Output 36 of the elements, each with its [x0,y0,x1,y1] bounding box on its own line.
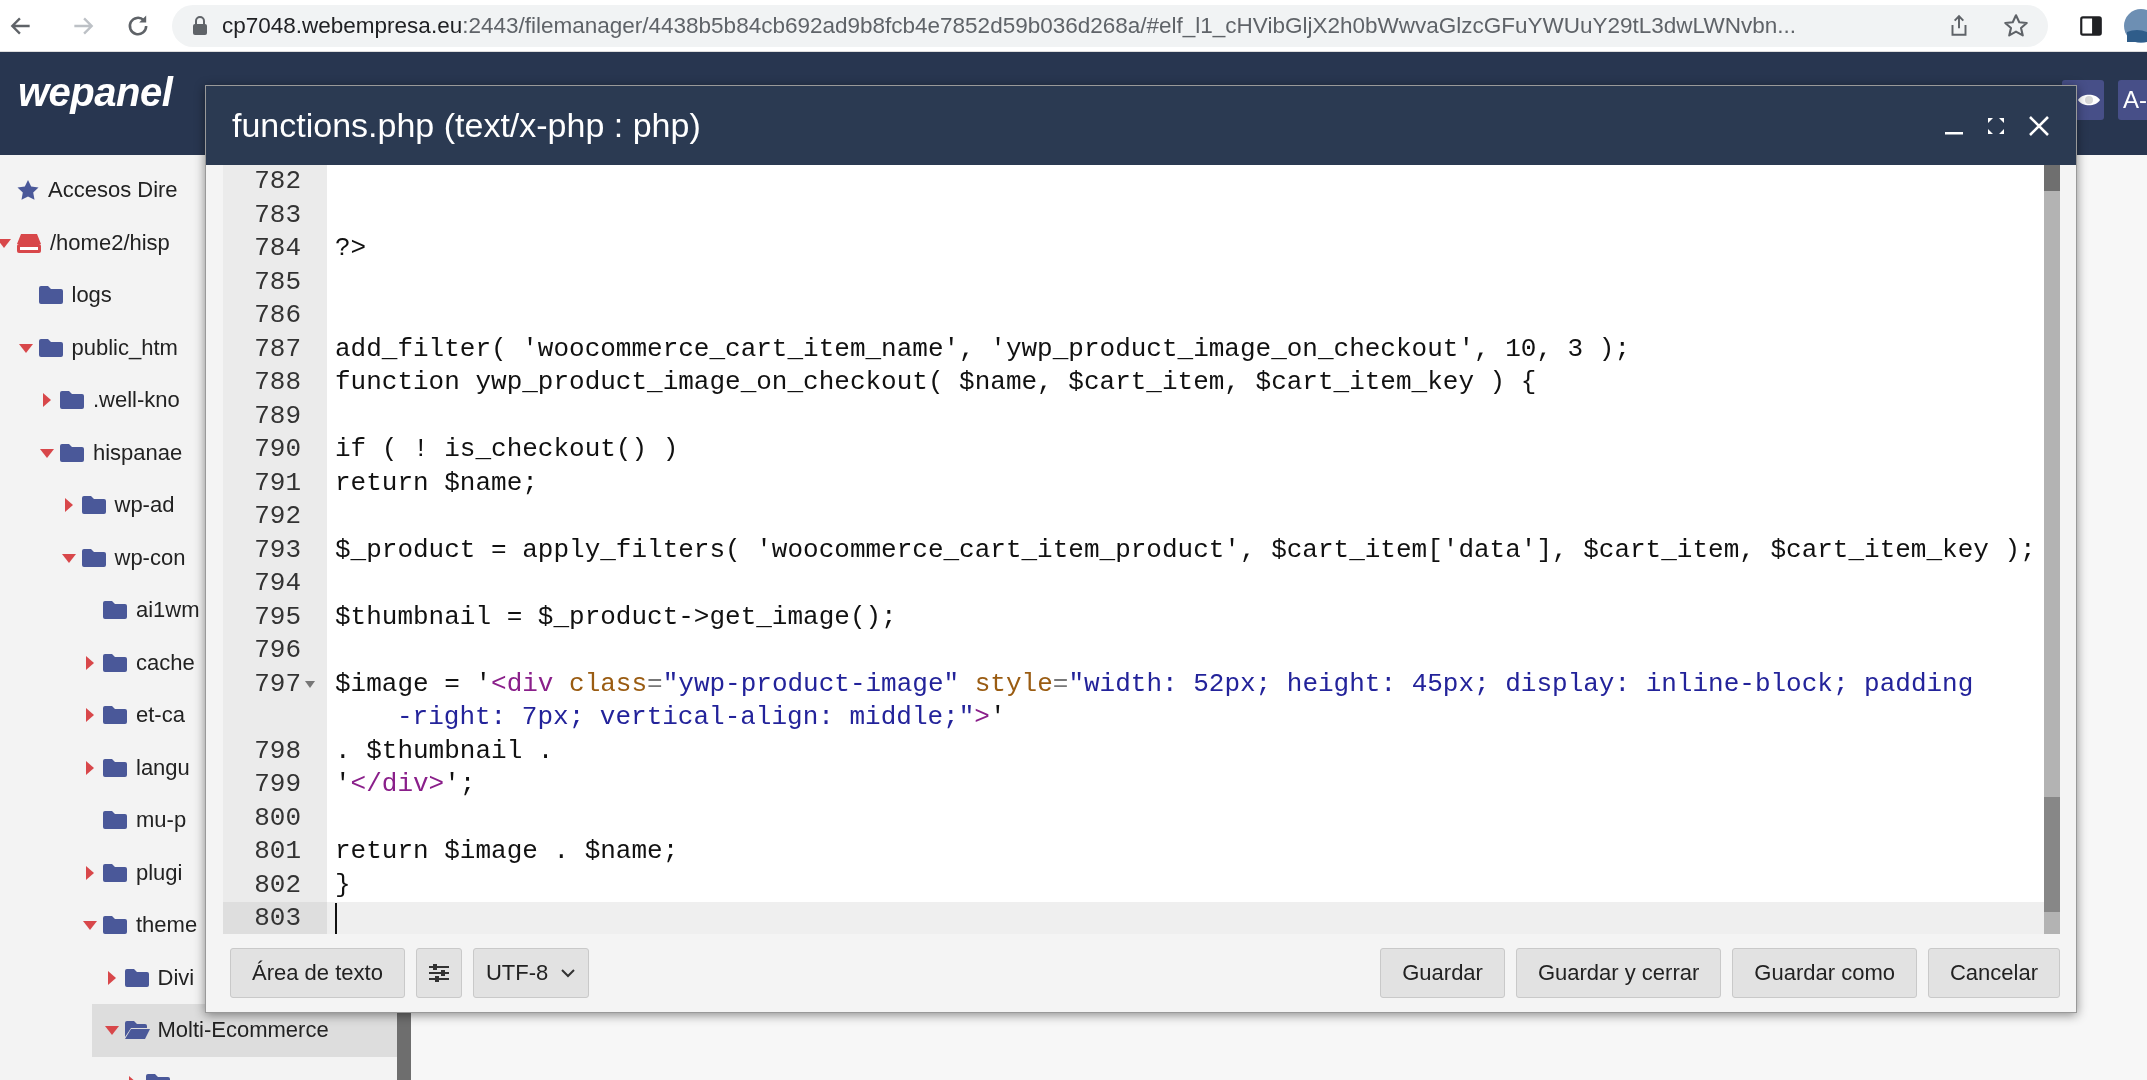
code-line: return $image . $name; [334,835,680,868]
code-line: function ywp_product_image_on_checkout( $name, $cart_item, $cart_item_key ) { [334,366,1538,399]
line-number: 794 [254,567,301,600]
line-number: 789 [254,399,301,433]
code-line: -right: 7px; vertical-align: middle;">' [396,701,1007,734]
line-number: 792 [254,500,301,533]
line-number: 786 [254,299,301,332]
line-number: 798 [254,734,301,768]
line-number: 784 [254,232,301,265]
dialog-title: functions.php (text/x-php : php) [232,106,702,145]
line-number: 790 [254,433,301,466]
line-number: 800 [254,801,301,835]
line-number: 796 [254,634,301,667]
code-line: '</div>'; [334,768,477,801]
line-number: 791 [254,466,301,500]
line-number: 801 [254,835,301,868]
code-line: if ( ! is_checkout() ) [334,433,680,466]
line-number: 802 [254,868,301,902]
code-line: return $name; [334,466,539,500]
code-line: } [334,868,352,902]
code-line: add_filter( 'woocommerce_cart_item_name', 'ywp_product_image_on_checkout', 10, 3 ); [334,332,1631,366]
line-number: 788 [254,366,301,399]
code-line: $_product = apply_filters( 'woocommerce_cart_item_product', $cart_item['data'], $cart_item, $cart_item_key ); [334,533,2037,567]
line-number: 785 [254,265,301,299]
line-number: 797 [254,667,301,701]
line-number: 803 [254,902,301,934]
code-line: ?> [334,232,368,265]
line-number: 793 [254,533,301,567]
code-line: . $thumbnail . [334,734,555,768]
line-number: 795 [254,600,301,634]
line-number: 787 [254,332,301,366]
code-line: $image = '<div class="ywp-product-image" style="width: 52px; height: 45px; display: inline-block; padding [334,667,1975,701]
line-number: 799 [254,768,301,801]
code-line: $thumbnail = $_product->get_image(); [334,600,898,634]
line-number: 782 [254,165,301,198]
line-number: 783 [254,198,301,232]
